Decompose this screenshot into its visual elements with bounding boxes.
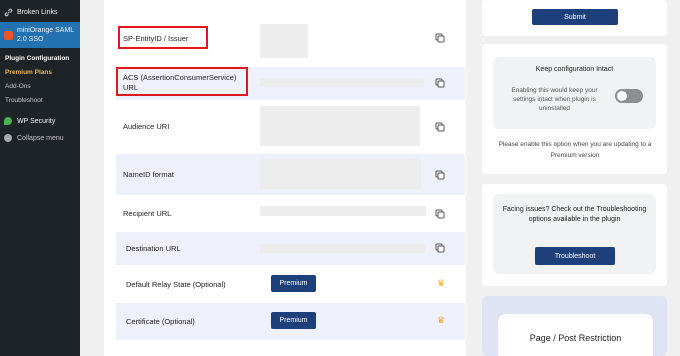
premium-button[interactable]: Premium [271,275,316,292]
keep-config-title: Keep configuration Intact [535,66,614,73]
table-row: NameID format [116,154,465,195]
highlight-box [118,26,208,49]
page-post-title: Page / Post Restriction [529,333,622,343]
table-row: Default Relay State (Optional) Premium ♛ [116,265,465,303]
sidebar-item-label-2: 2.0 SSO [17,36,44,43]
sidebar-sub-plugin-configuration[interactable]: Plugin Configuration [0,55,80,62]
sidebar-item-wp-security[interactable]: WP Security [0,114,80,128]
sidebar-item-label: WP Security [17,117,56,125]
row-label: Recipient URL [123,209,172,218]
collapse-icon [4,134,12,142]
sidebar-item-broken-links[interactable]: Broken Links [0,5,80,19]
copy-icon [435,33,445,43]
sidebar-item-miniorange-saml[interactable]: miniOrange SAML 2.0 SSO [0,22,80,48]
keep-config-note: Please enable this option when you are u… [498,141,652,159]
table-row: Recipient URL [116,195,465,232]
copy-icon [435,243,445,253]
collapse-menu-button[interactable]: Collapse menu [0,131,80,145]
sidebar-item-label: miniOrange SAML [17,27,75,34]
crown-icon: ♛ [437,278,446,288]
row-label: Certificate (Optional) [126,317,195,326]
table-row: Audience URI [116,100,465,154]
row-label: Audience URI [123,122,170,131]
redacted-value [260,106,420,146]
premium-button[interactable]: Premium [271,312,316,329]
redacted-value [260,24,308,58]
sidebar-sub-premium-plans[interactable]: Premium Plans [0,69,80,76]
table-row: Destination URL [116,232,465,265]
copy-icon [435,78,445,88]
copy-icon [435,209,445,219]
copy-button[interactable] [433,168,447,182]
copy-button[interactable] [433,76,447,90]
shield-icon [4,117,12,125]
copy-button[interactable] [433,120,447,134]
copy-button[interactable] [433,241,447,255]
submit-button[interactable]: Submit [532,9,618,25]
admin-sidebar: Broken Links miniOrange SAML 2.0 SSO Plu… [0,0,80,356]
sidebar-item-label: Broken Links [17,8,58,16]
row-label: Default Relay State (Optional) [126,280,226,289]
highlight-box [116,67,248,96]
row-label: NameID format [123,170,174,179]
sidebar-sub-troubleshoot[interactable]: Troubleshoot [0,97,80,104]
copy-button[interactable] [433,207,447,221]
redacted-value [260,206,426,216]
toggle-knob [617,91,627,101]
keep-config-text: Enabling this would keep your settings i… [511,87,598,112]
sidebar-item-label: Collapse menu [17,134,64,142]
crown-icon: ♛ [437,315,446,325]
row-label: Destination URL [126,244,181,253]
copy-icon [435,122,445,132]
redacted-value [260,159,421,189]
redacted-value [260,79,424,87]
troubleshoot-button[interactable]: Troubleshoot [535,247,615,265]
troubleshoot-text: Facing issues? Check out the Troubleshoo… [502,206,647,223]
table-row: Certificate (Optional) Premium ♛ [116,303,465,340]
redacted-value [260,244,425,253]
link-icon [4,8,13,17]
copy-button[interactable] [433,31,447,45]
copy-icon [435,170,445,180]
miniorange-logo-icon [4,30,13,40]
sidebar-sub-add-ons[interactable]: Add-Ons [0,83,80,90]
keep-config-toggle[interactable] [615,89,643,103]
